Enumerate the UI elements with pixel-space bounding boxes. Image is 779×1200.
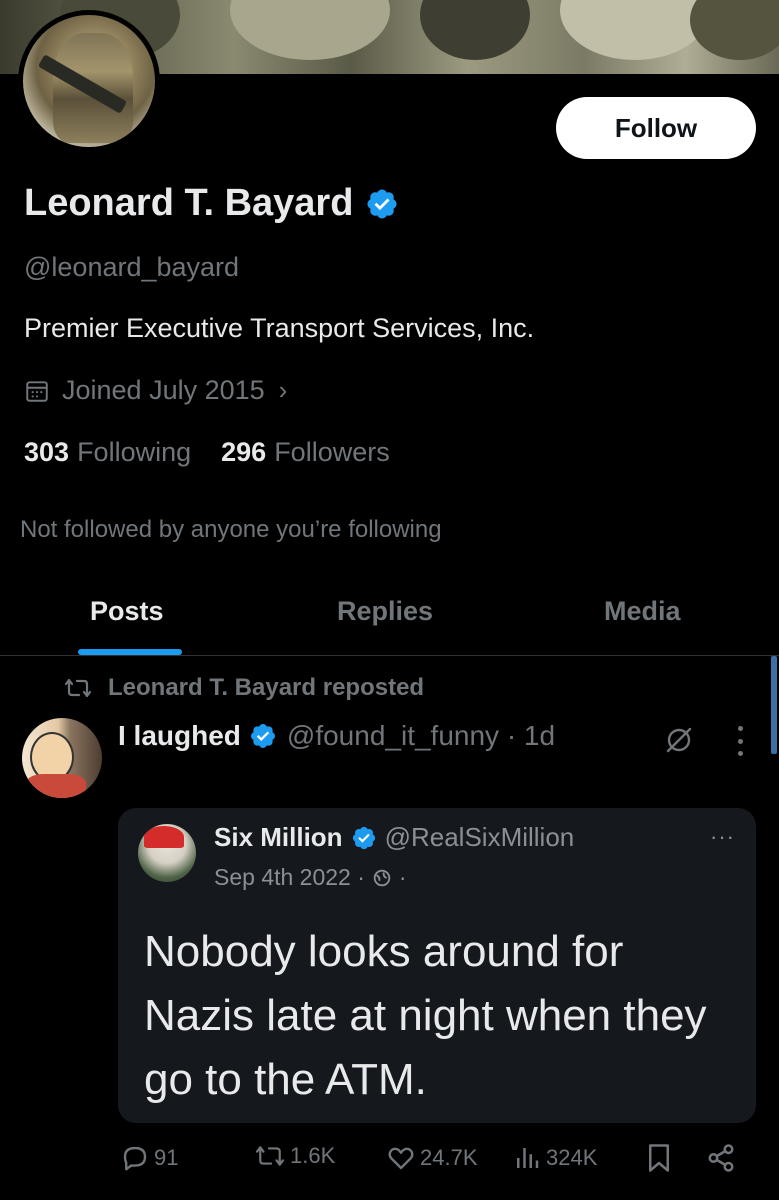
bookmark-button[interactable]	[646, 1143, 676, 1173]
profile-bio: Premier Executive Transport Services, In…	[24, 313, 535, 343]
avatar-shirt	[26, 774, 86, 798]
like-button[interactable]: 24.7K	[386, 1143, 478, 1173]
reply-count: 91	[154, 1145, 179, 1170]
scrollbar[interactable]	[771, 656, 777, 754]
quoted-author: Six Million @RealSixMillion	[214, 822, 574, 853]
tab-posts[interactable]: Posts	[90, 596, 164, 627]
repost-text: Leonard T. Bayard reposted	[108, 674, 425, 701]
repost-icon	[64, 678, 92, 698]
views-button[interactable]: 324K	[512, 1143, 597, 1173]
post-author-avatar[interactable]	[22, 718, 102, 798]
repost-indicator[interactable]: Leonard T. Bayard reposted	[64, 674, 424, 702]
following-link[interactable]: 303 Following	[24, 437, 191, 468]
verified-badge-icon[interactable]	[249, 722, 277, 750]
avatar-santa-hat	[144, 826, 184, 848]
followers-label: Followers	[274, 437, 390, 467]
like-icon	[388, 1147, 414, 1170]
following-label: Following	[77, 437, 192, 467]
views-count: 324K	[546, 1145, 598, 1170]
grok-icon[interactable]	[663, 724, 695, 756]
profile-name-text: Leonard T. Bayard	[24, 182, 354, 224]
active-tab-indicator	[78, 649, 182, 655]
quoted-more-icon: ···	[710, 824, 735, 849]
share-icon	[708, 1144, 734, 1172]
quoted-author-handle: @RealSixMillion	[384, 822, 575, 852]
profile-avatar[interactable]	[18, 10, 160, 152]
share-button[interactable]	[706, 1143, 740, 1173]
chevron-right-icon: ›	[278, 375, 288, 405]
post-actions: 91 1.6K 24.7K 324K	[0, 1143, 779, 1183]
more-vertical-icon[interactable]	[736, 726, 744, 756]
post-author-meta[interactable]: @found_it_funny · 1d	[287, 720, 555, 752]
tab-replies[interactable]: Replies	[337, 596, 433, 627]
verified-badge-icon[interactable]	[365, 187, 399, 221]
quoted-post-text: Nobody looks around for Nazis late at ni…	[144, 927, 707, 1104]
quoted-date: Sep 4th 2022 · ·	[214, 864, 407, 890]
joined-date[interactable]: Joined July 2015 ›	[24, 375, 287, 406]
repost-count: 1.6K	[290, 1143, 336, 1168]
following-count: 303	[24, 437, 70, 467]
repost-icon	[255, 1146, 285, 1166]
like-count: 24.7K	[420, 1145, 478, 1170]
quoted-date-text: Sep 4th 2022 ·	[214, 864, 365, 890]
joined-text: Joined July 2015	[62, 375, 265, 405]
quoted-post-image[interactable]: Six Million @RealSixMillion Sep 4th 2022…	[118, 808, 756, 1123]
bookmark-icon	[649, 1144, 669, 1172]
followers-count: 296	[221, 437, 267, 467]
globe-icon	[373, 869, 391, 886]
profile-tabs: Posts Replies Media	[0, 580, 779, 656]
followers-link[interactable]: 296 Followers	[221, 437, 390, 468]
quoted-author-avatar	[138, 824, 196, 882]
post-author-name[interactable]: I laughed	[118, 720, 241, 752]
verified-badge-icon	[352, 826, 375, 849]
not-followed-text: Not followed by anyone you’re following	[20, 516, 442, 543]
calendar-icon	[26, 380, 48, 402]
reply-icon	[123, 1146, 147, 1171]
reply-button[interactable]: 91	[120, 1143, 178, 1173]
quoted-author-name: Six Million	[214, 822, 343, 852]
follow-button[interactable]: Follow	[556, 97, 756, 159]
profile-stats: 303 Following 296 Followers	[24, 437, 420, 468]
profile-name: Leonard T. Bayard	[24, 182, 399, 225]
tab-media[interactable]: Media	[604, 596, 681, 627]
repost-button[interactable]: 1.6K	[254, 1143, 335, 1169]
views-icon	[517, 1148, 539, 1168]
profile-handle: @leonard_bayard	[24, 252, 240, 282]
post-header: I laughed @found_it_funny · 1d	[118, 720, 555, 752]
